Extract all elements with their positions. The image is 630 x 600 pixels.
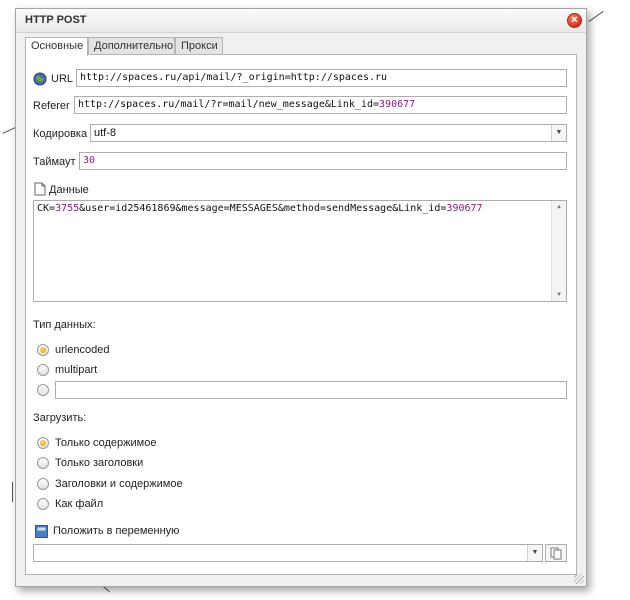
- radio-urlencoded-label[interactable]: urlencoded: [55, 344, 109, 356]
- tab-advanced[interactable]: Дополнительно: [88, 37, 175, 55]
- http-post-dialog: HTTP POST × Основные Дополнительно Прокс…: [15, 8, 587, 587]
- encoding-label: Кодировка: [33, 128, 88, 140]
- referer-value-text: http://spaces.ru/mail/?r=mail/new_messag…: [78, 99, 380, 110]
- background-line: [588, 10, 604, 23]
- radio-headers-and-content-label[interactable]: Заголовки и содержимое: [55, 478, 183, 490]
- load-label: Загрузить:: [33, 412, 87, 424]
- referer-input[interactable]: http://spaces.ru/mail/?r=mail/new_messag…: [74, 96, 567, 114]
- data-value-number: 390677: [446, 203, 483, 214]
- window-title: HTTP POST: [25, 14, 87, 26]
- timeout-value: 30: [83, 155, 96, 166]
- radio-headers-and-content[interactable]: [37, 478, 49, 490]
- copy-button[interactable]: [545, 544, 567, 562]
- radio-content-only-label[interactable]: Только содержимое: [55, 437, 156, 449]
- data-type-label: Тип данных:: [33, 319, 96, 331]
- radio-custom[interactable]: [37, 384, 49, 396]
- radio-multipart-label[interactable]: multipart: [55, 364, 97, 376]
- radio-urlencoded[interactable]: [37, 344, 49, 356]
- radio-multipart[interactable]: [37, 364, 49, 376]
- scroll-up-icon[interactable]: ▲: [552, 201, 566, 213]
- scroll-down-icon[interactable]: ▼: [552, 289, 566, 301]
- radio-as-file[interactable]: [37, 498, 49, 510]
- chevron-down-icon[interactable]: ▼: [527, 545, 542, 561]
- data-textarea[interactable]: CK=3755&user=id25461869&message=MESSAGES…: [33, 200, 567, 302]
- referer-value-number: 390677: [379, 99, 416, 110]
- resize-grip[interactable]: [574, 574, 584, 584]
- tab-proxy[interactable]: Прокси: [175, 37, 223, 55]
- timeout-input[interactable]: 30: [79, 152, 567, 170]
- chevron-down-icon[interactable]: ▼: [551, 125, 566, 141]
- save-to-variable-label: Положить в переменную: [53, 525, 180, 537]
- encoding-select[interactable]: utf-8 ▼: [90, 124, 567, 142]
- data-value-part: &user=id25461869&message=MESSAGES&method…: [79, 203, 447, 214]
- radio-content-only[interactable]: [37, 437, 49, 449]
- url-label: URL: [51, 73, 74, 85]
- url-input[interactable]: http://spaces.ru/api/mail/?_origin=http:…: [76, 69, 567, 87]
- background-line: [2, 127, 16, 134]
- copy-icon: [550, 547, 562, 560]
- globe-icon: [33, 72, 47, 86]
- background-line: [12, 482, 13, 502]
- radio-headers-only[interactable]: [37, 457, 49, 469]
- tab-main[interactable]: Основные: [25, 37, 88, 56]
- close-icon[interactable]: ×: [567, 13, 582, 28]
- main-panel: URL http://spaces.ru/api/mail/?_origin=h…: [25, 54, 577, 575]
- custom-data-type-input[interactable]: [55, 381, 567, 399]
- data-value-number: 3755: [55, 203, 80, 214]
- title-bar: HTTP POST ×: [16, 9, 586, 33]
- data-label: Данные: [49, 184, 89, 196]
- referer-label: Referer: [33, 100, 70, 112]
- radio-headers-only-label[interactable]: Только заголовки: [55, 457, 143, 469]
- timeout-label: Таймаут: [33, 156, 76, 168]
- variable-icon: [35, 525, 48, 538]
- document-icon: [34, 182, 46, 196]
- save-to-variable-select[interactable]: ▼: [33, 544, 543, 562]
- data-value-part: CK=: [37, 203, 56, 214]
- data-scrollbar[interactable]: ▲ ▼: [551, 201, 566, 301]
- radio-as-file-label[interactable]: Как файл: [55, 498, 103, 510]
- encoding-value: utf-8: [94, 127, 117, 139]
